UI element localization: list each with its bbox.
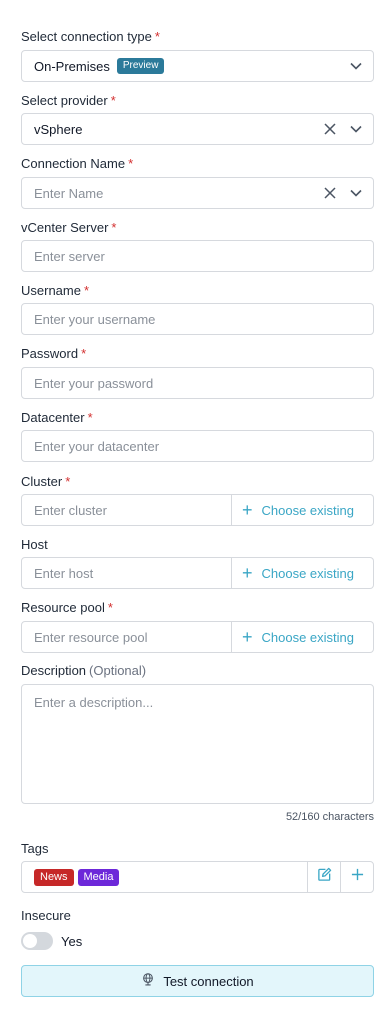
preview-badge: Preview bbox=[116, 58, 165, 74]
tags-label: Tags bbox=[21, 841, 48, 857]
required-marker: * bbox=[128, 156, 134, 171]
chevron-down-icon[interactable] bbox=[349, 186, 363, 200]
tags-label-text: Tags bbox=[21, 841, 49, 856]
username-label: Username * bbox=[21, 283, 89, 299]
provider-value: vSphere bbox=[34, 121, 83, 137]
provider-label-text: Select provider bbox=[21, 93, 108, 108]
toggle-knob bbox=[23, 934, 37, 948]
insecure-toggle[interactable] bbox=[21, 932, 53, 950]
optional-marker: (Optional) bbox=[89, 663, 147, 678]
required-marker: * bbox=[107, 600, 113, 615]
password-label: Password * bbox=[21, 346, 86, 362]
close-icon[interactable] bbox=[323, 186, 337, 200]
host-choose-existing-button[interactable]: + Choose existing bbox=[232, 557, 374, 589]
connection-name-label-text: Connection Name bbox=[21, 156, 126, 171]
vcenter-server-input[interactable] bbox=[22, 241, 373, 271]
plus-icon bbox=[351, 868, 364, 886]
connection-name-label: Connection Name * bbox=[21, 156, 133, 172]
cluster-label: Cluster * bbox=[21, 474, 70, 490]
host-input-wrap[interactable] bbox=[21, 557, 232, 589]
chevron-down-icon[interactable] bbox=[349, 122, 363, 136]
insecure-label-text: Insecure bbox=[21, 908, 71, 923]
insecure-toggle-label: Yes bbox=[61, 933, 83, 949]
connection-name-input[interactable] bbox=[22, 178, 323, 208]
host-label-text: Host bbox=[21, 537, 48, 552]
resource-pool-field: + Choose existing bbox=[21, 621, 374, 653]
cluster-input[interactable] bbox=[22, 495, 231, 525]
close-icon[interactable] bbox=[323, 122, 337, 136]
password-input[interactable] bbox=[22, 368, 373, 398]
required-marker: * bbox=[111, 220, 117, 235]
username-label-text: Username bbox=[21, 283, 81, 298]
cluster-label-text: Cluster bbox=[21, 474, 63, 489]
resource-pool-label-text: Resource pool bbox=[21, 600, 105, 615]
username-input[interactable] bbox=[22, 304, 373, 334]
host-label: Host bbox=[21, 537, 48, 553]
globe-icon bbox=[141, 972, 155, 991]
datacenter-label: Datacenter * bbox=[21, 410, 93, 426]
resource-pool-input-wrap[interactable] bbox=[21, 621, 232, 653]
description-label: Description (Optional) bbox=[21, 663, 146, 679]
cluster-input-wrap[interactable] bbox=[21, 494, 232, 526]
required-marker: * bbox=[87, 410, 93, 425]
connection-type-select[interactable]: On-Premises Preview bbox=[21, 50, 374, 82]
test-connection-label: Test connection bbox=[163, 973, 254, 989]
tag-media[interactable]: Media bbox=[77, 868, 120, 886]
choose-existing-label: Choose existing bbox=[261, 502, 355, 518]
required-marker: * bbox=[154, 29, 160, 44]
required-marker: * bbox=[81, 346, 87, 361]
choose-existing-label: Choose existing bbox=[261, 565, 355, 581]
vcenter-server-label: vCenter Server * bbox=[21, 220, 116, 236]
resource-pool-label: Resource pool * bbox=[21, 600, 113, 616]
insecure-label: Insecure bbox=[21, 908, 71, 924]
connection-type-label-text: Select connection type bbox=[21, 29, 152, 44]
username-field[interactable] bbox=[21, 303, 374, 335]
connection-type-value: On-Premises bbox=[34, 58, 110, 74]
required-marker: * bbox=[83, 283, 90, 298]
provider-label: Select provider * bbox=[21, 93, 116, 109]
insecure-toggle-row: Yes bbox=[21, 932, 82, 950]
chevron-down-icon[interactable] bbox=[349, 59, 363, 73]
host-input[interactable] bbox=[22, 558, 231, 588]
provider-select[interactable]: vSphere bbox=[21, 113, 374, 145]
datacenter-field[interactable] bbox=[21, 430, 374, 462]
cluster-choose-existing-button[interactable]: + Choose existing bbox=[232, 494, 374, 526]
host-field: + Choose existing bbox=[21, 557, 374, 589]
plus-icon: + bbox=[242, 563, 253, 583]
plus-icon: + bbox=[242, 500, 253, 520]
connection-name-combobox[interactable] bbox=[21, 177, 374, 209]
resource-pool-choose-existing-button[interactable]: + Choose existing bbox=[232, 621, 374, 653]
required-marker: * bbox=[110, 93, 116, 108]
vcenter-server-label-text: vCenter Server bbox=[21, 220, 109, 235]
cluster-field: + Choose existing bbox=[21, 494, 374, 526]
character-counter: 52/160 characters bbox=[285, 811, 374, 823]
tag-news[interactable]: News bbox=[34, 868, 74, 886]
password-label-text: Password bbox=[21, 346, 79, 361]
plus-icon: + bbox=[242, 627, 253, 647]
tags-field: News Media bbox=[21, 861, 374, 893]
choose-existing-label: Choose existing bbox=[261, 629, 355, 645]
password-field[interactable] bbox=[21, 367, 374, 399]
connection-type-label: Select connection type * bbox=[21, 29, 160, 45]
description-label-text: Description bbox=[21, 663, 87, 678]
datacenter-label-text: Datacenter bbox=[21, 410, 85, 425]
vcenter-server-field[interactable] bbox=[21, 240, 374, 272]
edit-tags-button[interactable] bbox=[307, 862, 340, 892]
required-marker: * bbox=[65, 474, 71, 489]
datacenter-input[interactable] bbox=[22, 431, 373, 461]
resource-pool-input[interactable] bbox=[22, 622, 231, 652]
test-connection-button[interactable]: Test connection bbox=[21, 965, 374, 997]
description-textarea[interactable] bbox=[22, 685, 373, 803]
description-field[interactable] bbox=[21, 684, 374, 804]
edit-icon bbox=[317, 867, 332, 887]
add-tag-button[interactable] bbox=[340, 862, 373, 892]
